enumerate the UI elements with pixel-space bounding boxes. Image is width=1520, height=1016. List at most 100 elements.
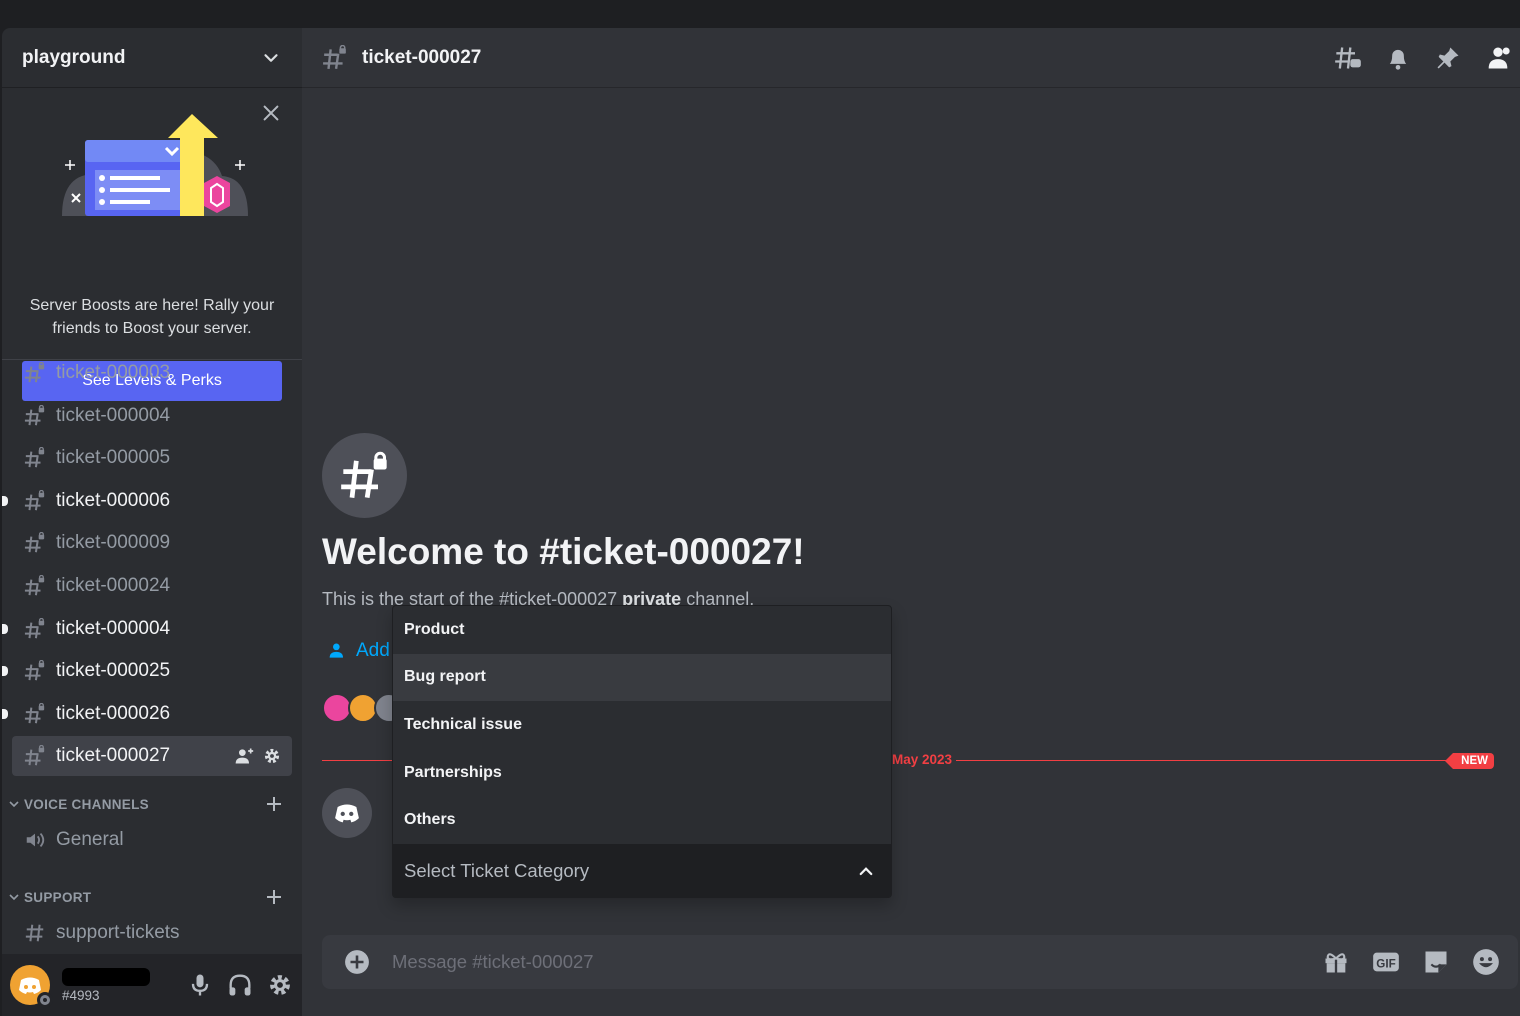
private-hash-icon [24,404,45,425]
channel-item[interactable]: ticket-000024 [12,566,292,606]
dropdown-option[interactable]: Bug report [393,653,891,702]
username: ••••••••• [62,967,150,986]
new-badge: NEW [1445,753,1494,769]
private-hash-icon [24,745,45,766]
channel-label: ticket-000026 [56,702,171,724]
message-composer: Message #ticket-000027 GIF [322,935,1518,989]
channel-label: General [56,829,124,850]
emoji-icon[interactable] [1472,948,1500,976]
dropdown-options: Product Bug report Technical issue Partners… [393,606,891,844]
category-label: SUPPORT [24,889,92,905]
invite-icon[interactable] [234,746,254,766]
close-icon[interactable] [260,102,282,124]
category-support[interactable]: SUPPORT [8,887,292,907]
microphone-icon[interactable] [186,971,214,999]
boost-illustration-icon [62,114,248,216]
server-header[interactable]: playground [2,28,302,88]
add-members-label: Add [356,640,390,661]
member-avatars [322,693,404,723]
channel-item[interactable]: ticket-000004 [12,396,292,436]
channel-label: support-tickets [56,922,180,943]
private-hash-icon [24,617,45,638]
private-hash-icon [340,451,387,498]
select-placeholder: Select Ticket Category [404,859,590,881]
channel-item[interactable]: ticket-000009 [12,523,292,563]
private-hash-icon [24,362,45,383]
avatar[interactable] [322,788,372,838]
window-titlebar [0,0,1520,28]
threads-icon[interactable] [1334,44,1362,72]
channel-header: ticket-000027 [302,28,1520,88]
status-indicator [37,992,53,1008]
channel-item[interactable]: ticket-000005 [12,438,292,478]
settings-gear-icon[interactable] [266,971,294,999]
add-channel-icon[interactable] [264,887,284,907]
server-name: playground [22,46,126,68]
dropdown-option[interactable]: Technical issue [393,701,891,749]
boost-description: Server Boosts are here! Rally your frien… [29,297,275,337]
pin-icon[interactable] [1434,44,1462,72]
channel-label: ticket-000004 [56,617,171,639]
add-member-icon [329,643,343,658]
user-tag: #4993 [62,987,100,1003]
dropdown-option[interactable]: Product [393,606,891,654]
add-channel-icon[interactable] [264,794,284,814]
channel-support-tickets[interactable]: support-tickets [12,913,292,953]
add-attachment-icon[interactable] [344,949,370,975]
unread-indicator [2,495,8,506]
category-label: VOICE CHANNELS [24,796,149,812]
channel-sidebar: playground Server Boosts are here! Rally… [2,28,302,1016]
unread-indicator [2,623,8,634]
chevron-down-icon[interactable] [260,47,282,69]
ticket-category-dropdown[interactable]: Product Bug report Technical issue Partners… [392,605,892,898]
server-boost-promo: Server Boosts are here! Rally your frien… [2,88,302,401]
headphones-icon[interactable] [226,971,254,999]
channel-label: ticket-000003 [56,362,171,383]
voice-channel-general[interactable]: General [12,820,292,860]
channel-item[interactable]: ticket-000004 [2,609,292,649]
chevron-up-icon [859,867,873,876]
private-hash-icon [24,489,45,511]
unread-indicator [2,666,8,677]
channel-item[interactable]: ticket-000003 [12,353,292,393]
channel-label: ticket-000024 [56,575,171,596]
member-list-icon[interactable] [1484,44,1512,72]
private-hash-icon [323,44,346,69]
channel-label: ticket-000004 [56,404,171,426]
dropdown-option[interactable]: Others [393,796,891,844]
private-hash-icon [24,447,45,468]
channel-item[interactable]: ticket-000027 [12,736,292,777]
private-hash-icon [24,660,45,681]
unread-indicator [2,708,8,719]
gif-icon[interactable]: GIF [1372,948,1400,976]
svg-text:GIF: GIF [1376,957,1395,970]
add-members-link[interactable]: Add [328,640,390,662]
channel-label: ticket-000027 [56,745,171,767]
private-hash-icon [24,575,45,596]
select-ticket-category[interactable]: Select Ticket Category [393,844,891,897]
speaker-icon [26,832,45,848]
divider-date: May 2023 [888,752,957,767]
notification-bell-icon[interactable] [1384,44,1412,72]
chevron-down-icon [9,894,19,901]
settings-gear-icon[interactable] [262,746,282,766]
channel-welcome-icon [322,433,407,518]
channel-label: ticket-000006 [56,489,171,511]
category-voice-channels[interactable]: VOICE CHANNELS [8,794,292,814]
chat-area: ticket-000027 Welcome to #ticket-000027!… [302,28,1520,1016]
channel-item[interactable]: ticket-000026 [2,694,292,734]
channel-item[interactable]: ticket-000006 [2,481,292,521]
channel-label: ticket-000009 [56,532,171,554]
dropdown-option[interactable]: Partnerships [393,749,891,797]
message-input[interactable]: Message #ticket-000027 [392,951,1322,973]
channel-label: ticket-000025 [56,660,171,682]
discord-logo-icon [335,804,359,823]
gift-icon[interactable] [1322,948,1350,976]
avatar[interactable] [10,965,53,1008]
chevron-down-icon [9,801,19,808]
channel-item[interactable]: ticket-000025 [2,651,292,691]
sticker-icon[interactable] [1422,948,1450,976]
hash-icon [25,924,44,942]
private-hash-icon [24,702,45,724]
private-hash-icon [24,532,45,553]
